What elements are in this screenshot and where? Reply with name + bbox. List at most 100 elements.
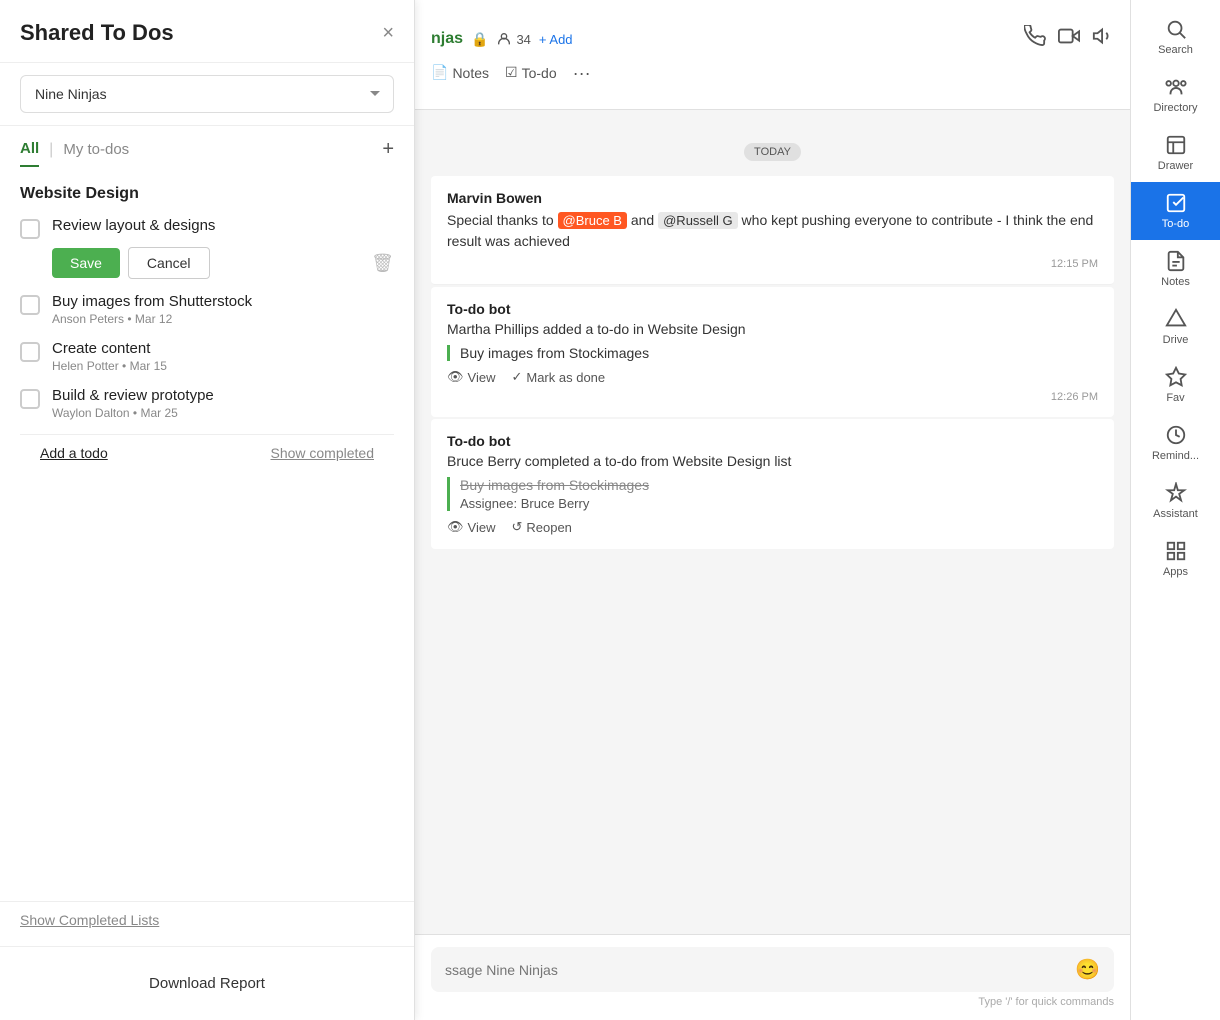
message-sender: Marvin Bowen: [447, 190, 1098, 206]
chat-input-wrapper: 😊: [431, 947, 1114, 992]
todo-bot-desc-2: Bruce Berry completed a to-do from Websi…: [447, 453, 1098, 469]
filter-divider: |: [49, 141, 53, 167]
mention-russell: @Russell G: [658, 212, 738, 229]
view-button-1[interactable]: 👁 View: [447, 369, 495, 385]
build-review-title: Build & review prototype: [52, 387, 394, 404]
nav-notes-label: Notes: [1161, 276, 1190, 288]
nav-drive-label: Drive: [1163, 334, 1189, 346]
date-divider-label: TODAY: [744, 143, 801, 161]
create-content-title: Create content: [52, 340, 394, 357]
todo-item-2: Buy images from Stockimages Assignee: Br…: [447, 477, 1098, 511]
channel-name: njas: [431, 30, 463, 48]
checkmark-icon: ✓: [511, 369, 522, 385]
add-todo-filter-button[interactable]: +: [382, 138, 394, 169]
build-review-checkbox[interactable]: [20, 389, 40, 409]
panel-header: Shared To Dos ×: [0, 0, 414, 63]
download-report-button[interactable]: Download Report: [20, 963, 394, 1004]
members-info: 34: [496, 31, 530, 47]
todo-item-create-content: Create content Helen Potter • Mar 15: [20, 340, 394, 373]
show-completed-lists-link[interactable]: Show Completed Lists: [20, 912, 159, 928]
cancel-button[interactable]: Cancel: [128, 247, 210, 279]
mention-bruce: @Bruce B: [558, 212, 627, 229]
tab-more-button[interactable]: ···: [573, 63, 591, 84]
panel-close-button[interactable]: ×: [382, 22, 394, 45]
review-layout-checkbox[interactable]: [20, 219, 40, 239]
add-todo-link[interactable]: Add a todo: [40, 445, 108, 461]
chat-header-top: njas 🔒 34 + Add: [431, 25, 1114, 59]
save-button[interactable]: Save: [52, 248, 120, 278]
text-part-2: and: [631, 212, 658, 228]
mark-done-button[interactable]: ✓ Mark as done: [511, 369, 605, 385]
nav-drawer[interactable]: Drawer: [1131, 124, 1220, 182]
todo-item-text-2: Buy images from Stockimages: [460, 477, 1098, 493]
build-review-meta: Waylon Dalton • Mar 25: [52, 406, 394, 420]
delete-icon[interactable]: 🗑: [371, 253, 394, 274]
show-completed-link[interactable]: Show completed: [270, 445, 374, 461]
todos-content: Website Design Review layout & designs S…: [0, 169, 414, 901]
review-layout-title: Review layout & designs: [52, 217, 215, 234]
tab-notes[interactable]: 📄 Notes: [431, 64, 489, 83]
nav-apps[interactable]: Apps: [1131, 530, 1220, 588]
members-count: 34: [516, 32, 530, 47]
view-button-2[interactable]: 👁 View: [447, 519, 495, 535]
add-members-button[interactable]: + Add: [539, 32, 573, 47]
nav-fav-label: Fav: [1166, 392, 1184, 404]
todo-item-build-review: Build & review prototype Waylon Dalton •…: [20, 387, 394, 420]
nav-drawer-label: Drawer: [1158, 160, 1193, 172]
mark-done-label: Mark as done: [526, 370, 605, 385]
reopen-button[interactable]: ↺ Reopen: [511, 519, 571, 535]
message-todo-bot-2: To-do bot Bruce Berry completed a to-do …: [431, 419, 1114, 549]
chat-header-left: njas 🔒 34 + Add: [431, 30, 573, 48]
shared-todos-panel: Shared To Dos × Nine Ninjas Other Org Al…: [0, 0, 415, 1020]
filter-tab-all[interactable]: All: [20, 140, 39, 167]
chat-input-hint: Type '/' for quick commands: [431, 996, 1114, 1008]
message-todo-bot-1: To-do bot Martha Phillips added a to-do …: [431, 287, 1114, 417]
right-nav: Search Directory Drawer To-do Notes Driv…: [1130, 0, 1220, 1020]
nav-search-label: Search: [1158, 44, 1193, 56]
todo-item-1: Buy images from Stockimages: [447, 345, 1098, 361]
editing-actions: Save Cancel 🗑: [20, 247, 394, 279]
nav-reminders[interactable]: Remind...: [1131, 414, 1220, 472]
main-chat-area: njas 🔒 34 + Add: [415, 0, 1130, 1020]
video-button[interactable]: [1058, 25, 1080, 53]
buy-images-checkbox[interactable]: [20, 295, 40, 315]
view-icon-1: 👁: [447, 369, 464, 385]
download-report-bar: Download Report: [0, 946, 414, 1020]
message-time: 12:15 PM: [447, 258, 1098, 270]
nav-todo-label: To-do: [1162, 218, 1190, 230]
nav-assistant[interactable]: Assistant: [1131, 472, 1220, 530]
nav-todo[interactable]: To-do: [1131, 182, 1220, 240]
chat-tabs: 📄 Notes ☑ To-do ···: [431, 59, 1114, 84]
audio-button[interactable]: [1092, 25, 1114, 53]
todo-actions-2: 👁 View ↺ Reopen: [447, 519, 1098, 535]
todo-editing-header: Review layout & designs: [20, 217, 394, 239]
buy-images-meta: Anson Peters • Mar 12: [52, 312, 394, 326]
org-dropdown[interactable]: Nine Ninjas Other Org: [20, 75, 394, 113]
nav-search[interactable]: Search: [1131, 8, 1220, 66]
filter-tab-my-todos[interactable]: My to-dos: [63, 141, 129, 166]
nav-directory[interactable]: Directory: [1131, 66, 1220, 124]
assignee-label: Assignee:: [460, 496, 521, 511]
chat-messages: TODAY Marvin Bowen Special thanks to @Br…: [415, 110, 1130, 934]
chat-input[interactable]: [445, 962, 1067, 978]
create-content-checkbox[interactable]: [20, 342, 40, 362]
todo-tab-icon: ☑: [505, 64, 518, 81]
chat-input-area: 😊 Type '/' for quick commands: [415, 934, 1130, 1020]
nav-notes[interactable]: Notes: [1131, 240, 1220, 298]
reopen-icon: ↺: [511, 519, 522, 535]
tab-todo[interactable]: ☑ To-do: [505, 64, 557, 83]
message-text: Special thanks to @Bruce B and @Russell …: [447, 210, 1098, 252]
filter-tabs: All | My to-dos +: [0, 126, 414, 169]
assignee-name: Bruce Berry: [521, 496, 590, 511]
phone-button[interactable]: [1024, 25, 1046, 53]
panel-title: Shared To Dos: [20, 20, 174, 46]
view-label-1: View: [468, 370, 496, 385]
section-title: Website Design: [20, 185, 394, 203]
todo-bot-sender-2: To-do bot: [447, 433, 1098, 449]
tab-notes-label: Notes: [452, 65, 489, 81]
nav-drive[interactable]: Drive: [1131, 298, 1220, 356]
todo-bot-desc-1: Martha Phillips added a to-do in Website…: [447, 321, 1098, 337]
message-marvin-bowen: Marvin Bowen Special thanks to @Bruce B …: [431, 176, 1114, 285]
nav-fav[interactable]: Fav: [1131, 356, 1220, 414]
emoji-button[interactable]: 😊: [1075, 957, 1100, 982]
